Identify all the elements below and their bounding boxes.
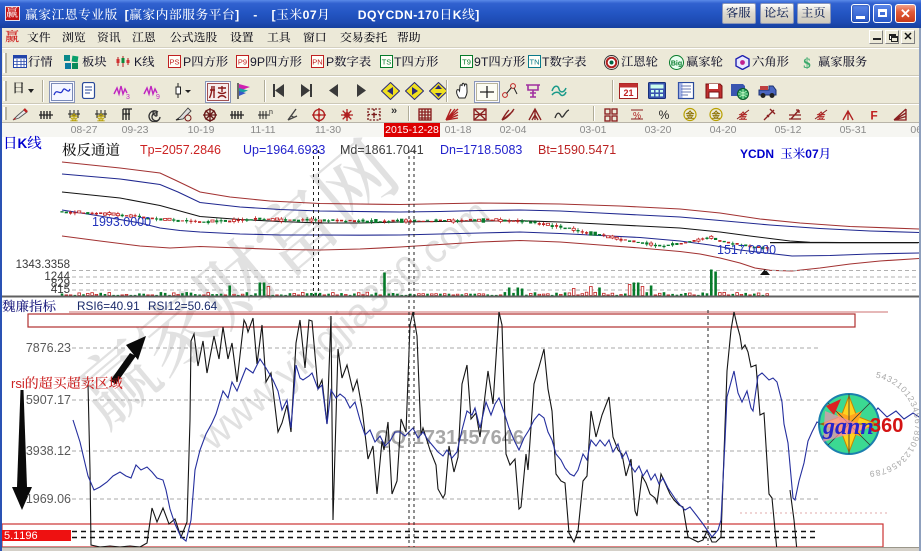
svg-text:1969.06: 1969.06 [26,492,71,506]
svg-text:1517.0000: 1517.0000 [717,243,776,257]
svg-text:YCDN: YCDN [740,147,774,161]
svg-text:Up=1964.6933: Up=1964.6933 [243,143,325,157]
svg-text:QQ:1731457646: QQ:1731457646 [375,427,524,449]
svg-text:9: 9 [869,469,875,479]
svg-text:5907.17: 5907.17 [26,393,71,407]
svg-text:Dn=1718.5083: Dn=1718.5083 [440,143,522,157]
svg-text:Bt=1590.5471: Bt=1590.5471 [538,143,616,157]
svg-text:7876.23: 7876.23 [26,341,71,355]
svg-text:5.1196: 5.1196 [4,530,38,542]
svg-text:415: 415 [51,284,70,296]
svg-text:K: K [18,136,28,151]
svg-text:3938.12: 3938.12 [26,444,71,458]
svg-text:1343.3358: 1343.3358 [16,259,70,271]
svg-text:Md=1861.7041: Md=1861.7041 [340,143,424,157]
svg-text:rsi: rsi [11,376,25,391]
svg-text:360: 360 [870,415,903,437]
svg-text:gann: gann [822,414,874,440]
svg-text:RSI12=50.64: RSI12=50.64 [148,299,218,313]
svg-text:07: 07 [805,147,819,161]
svg-text:Tp=2057.2846: Tp=2057.2846 [140,143,221,157]
svg-text:www.yingjia360.com: www.yingjia360.com [190,191,498,460]
svg-text:1993.0000: 1993.0000 [92,215,151,229]
svg-text:RSI6=40.91: RSI6=40.91 [77,299,140,313]
